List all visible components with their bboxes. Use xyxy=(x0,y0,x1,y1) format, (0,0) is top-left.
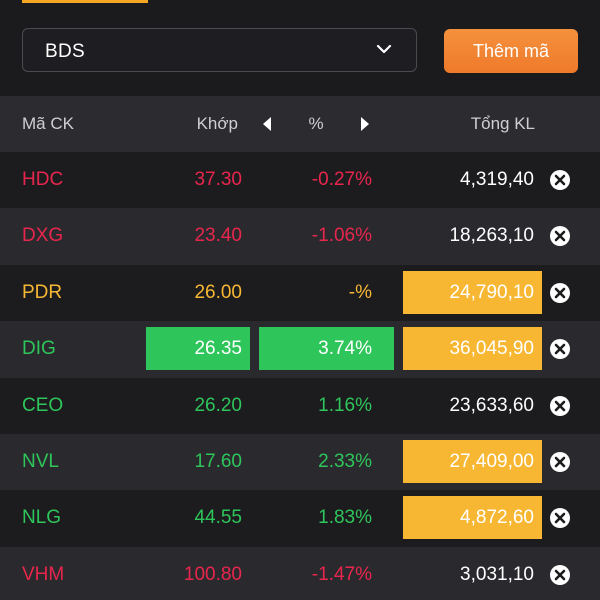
close-circle-icon[interactable] xyxy=(549,338,571,360)
percent-change: 3.74% xyxy=(318,338,372,360)
total-volume: 4,319,40 xyxy=(460,169,534,190)
table-row[interactable]: PDR 26.00 -% 24,790,10 xyxy=(0,264,600,322)
header-match-price: Khớp xyxy=(196,114,238,133)
table-row[interactable]: DXG 23.40 -1.06% 18,263,10 xyxy=(0,208,600,265)
close-circle-icon[interactable] xyxy=(549,282,571,304)
close-circle-icon[interactable] xyxy=(549,507,571,529)
table-row[interactable]: NVL 17.60 2.33% 27,409,00 xyxy=(0,433,600,491)
close-circle-icon[interactable] xyxy=(549,169,571,191)
header-symbol: Mã CK xyxy=(22,114,74,133)
header-total-volume: Tổng KL xyxy=(470,114,535,133)
chevron-down-icon xyxy=(376,44,392,54)
table-row[interactable]: CEO 26.20 1.16% 23,633,60 xyxy=(0,377,600,434)
header-percent: % xyxy=(308,114,324,133)
total-volume: 23,633,60 xyxy=(449,394,534,416)
table-row[interactable]: NLG 44.55 1.83% 4,872,60 xyxy=(0,490,600,547)
watchlist-screen: BDS Thêm mã Mã CK Khớp % Tổng KL HDC 37.3… xyxy=(0,0,600,600)
total-volume: 4,872,60 xyxy=(460,507,534,529)
percent-change: -1.47% xyxy=(311,563,372,585)
toolbar: BDS Thêm mã xyxy=(0,3,600,96)
percent-change: -0.27% xyxy=(311,169,372,190)
stock-symbol[interactable]: NLG xyxy=(22,490,61,546)
total-volume: 3,031,10 xyxy=(460,563,534,585)
percent-change: -% xyxy=(348,281,372,303)
close-circle-icon[interactable] xyxy=(549,564,571,586)
total-volume: 24,790,10 xyxy=(449,281,534,303)
stock-symbol[interactable]: VHM xyxy=(22,547,64,600)
caret-right-icon[interactable] xyxy=(356,115,374,133)
percent-change: -1.06% xyxy=(311,225,372,247)
watchlist-select-value: BDS xyxy=(45,41,85,62)
caret-left-icon[interactable] xyxy=(258,115,276,133)
total-volume: 36,045,90 xyxy=(449,338,534,360)
table-row[interactable]: HDC 37.30 -0.27% 4,319,40 xyxy=(0,152,600,209)
close-circle-icon[interactable] xyxy=(549,225,571,247)
match-price: 37.30 xyxy=(194,169,242,190)
stock-symbol[interactable]: NVL xyxy=(22,434,59,490)
table-row[interactable]: DIG 26.35 3.74% 36,045,90 xyxy=(0,321,600,378)
close-circle-icon[interactable] xyxy=(549,395,571,417)
match-price: 100.80 xyxy=(183,563,242,585)
percent-change: 1.83% xyxy=(318,507,372,529)
match-price: 26.20 xyxy=(194,394,242,416)
close-circle-icon[interactable] xyxy=(549,451,571,473)
stock-symbol[interactable]: HDC xyxy=(22,152,63,208)
stock-symbol[interactable]: PDR xyxy=(22,265,62,321)
match-price: 17.60 xyxy=(194,450,242,472)
stock-symbol[interactable]: DIG xyxy=(22,321,56,377)
table-row[interactable]: VHM 100.80 -1.47% 3,031,10 xyxy=(0,546,600,600)
total-volume: 18,263,10 xyxy=(449,225,534,247)
stock-symbol[interactable]: CEO xyxy=(22,378,63,434)
match-price: 23.40 xyxy=(194,225,242,247)
match-price: 44.55 xyxy=(194,507,242,529)
stock-list: HDC 37.30 -0.27% 4,319,40 DXG 23.40 -1.06% 18,2… xyxy=(0,152,600,600)
watchlist-select[interactable]: BDS xyxy=(22,28,417,72)
stock-symbol[interactable]: DXG xyxy=(22,208,63,264)
percent-change: 1.16% xyxy=(318,394,372,416)
table-header: Mã CK Khớp % Tổng KL xyxy=(0,96,600,152)
add-symbol-button[interactable]: Thêm mã xyxy=(444,29,578,73)
match-price: 26.00 xyxy=(194,281,242,303)
percent-change: 2.33% xyxy=(318,450,372,472)
match-price: 26.35 xyxy=(194,338,242,360)
total-volume: 27,409,00 xyxy=(449,450,534,472)
